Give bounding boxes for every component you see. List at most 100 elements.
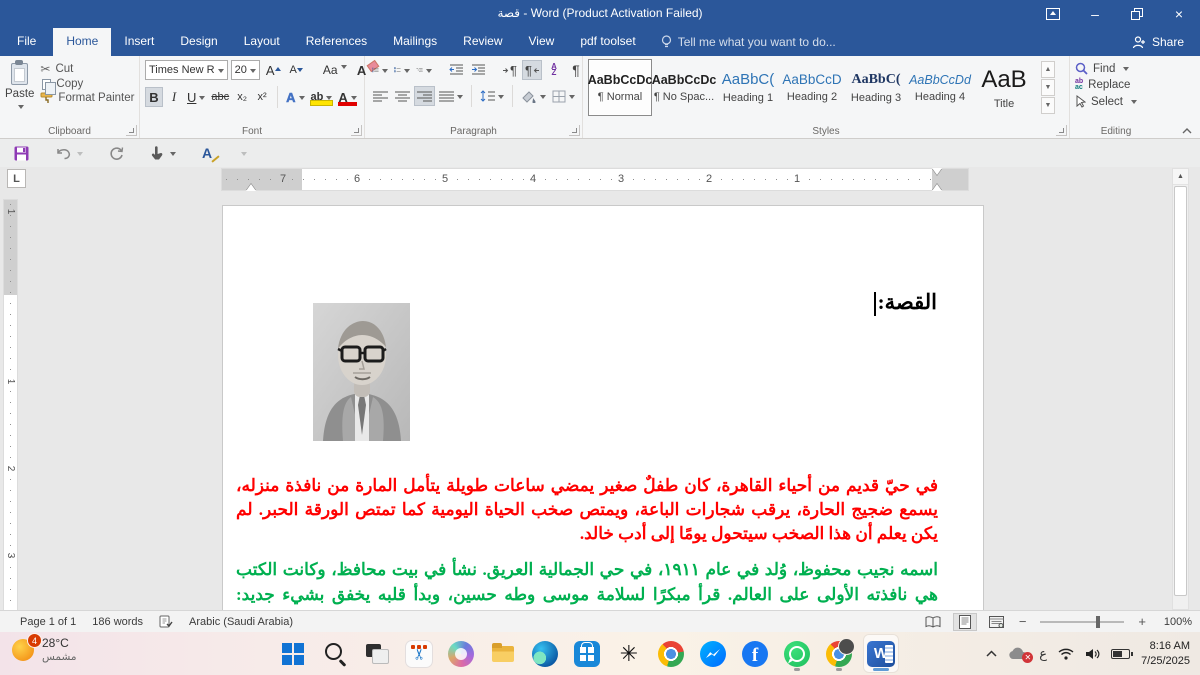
font-size-combo[interactable]: 20 [231,60,260,80]
read-mode-button[interactable] [921,613,945,631]
replace-button[interactable]: abac Replace [1075,79,1157,91]
redo-button[interactable] [109,146,124,161]
shrink-font-button[interactable]: A [287,63,306,77]
style-inspector-button[interactable]: A [202,145,212,161]
style-heading-3[interactable]: AaBbC( Heading 3 [844,59,908,116]
numbering-dropdown-arrow[interactable] [404,69,410,76]
taskbar-chrome[interactable] [654,635,688,672]
zoom-slider-thumb[interactable] [1096,616,1100,628]
undo-button[interactable] [55,146,83,160]
shading-dropdown-arrow[interactable] [540,95,546,102]
style-heading-1[interactable]: AaBbC( Heading 1 [716,59,780,116]
taskbar-messenger[interactable] [696,635,730,672]
taskbar-whatsapp[interactable] [780,635,814,672]
collapse-ribbon-button[interactable] [1182,128,1192,134]
tray-chevron-button[interactable] [986,650,997,657]
borders-dropdown-arrow[interactable] [569,95,575,102]
numbering-button[interactable] [392,60,412,80]
clock[interactable]: 8:16 AM 7/25/2025 [1141,639,1190,669]
tab-home[interactable]: Home [53,28,111,56]
zoom-slider[interactable] [1040,621,1124,623]
style-no-spacing[interactable]: AaBbCcDc ¶ No Spac... [652,59,716,116]
underline-button[interactable]: U [185,87,207,107]
sort-button[interactable]: AZ [544,60,564,80]
decrease-indent-button[interactable] [446,60,466,80]
taskbar-chrome-profile[interactable] [822,635,856,672]
tab-references[interactable]: References [293,28,380,56]
zoom-in-button[interactable]: + [1136,614,1148,629]
paste-button[interactable]: Paste [5,59,34,110]
taskbar-search-button[interactable] [318,635,352,672]
text-effects-button[interactable]: A [284,87,306,107]
taskbar-copilot[interactable] [444,635,478,672]
zoom-percentage[interactable]: 100% [1156,616,1192,628]
bullets-dropdown-arrow[interactable] [382,69,388,76]
taskbar-word[interactable] [864,635,898,672]
taskbar-microsoft-store[interactable] [570,635,604,672]
touch-mode-button[interactable] [150,146,176,161]
customize-qat-arrow[interactable] [241,152,247,159]
text-effects-dropdown-arrow[interactable] [299,96,305,103]
justify-dropdown-arrow[interactable] [457,95,463,102]
superscript-button[interactable]: x² [253,87,271,107]
tab-review[interactable]: Review [450,28,515,56]
vertical-scrollbar[interactable]: ▲ [1172,168,1189,610]
taskbar-snipping-tool[interactable] [402,635,436,672]
font-size-dropdown-arrow[interactable] [250,69,256,76]
line-spacing-button[interactable] [478,86,506,106]
rtl-direction-button[interactable]: ¶ [522,60,542,80]
align-center-button[interactable] [392,86,412,106]
tab-insert[interactable]: Insert [111,28,167,56]
highlight-dropdown-arrow[interactable] [326,96,332,103]
document-heading[interactable]: القصة: [874,290,937,316]
left-indent-marker[interactable] [246,179,256,191]
portrait-photo-naguib-mahfouz[interactable] [313,303,410,441]
battery-icon[interactable] [1111,649,1130,659]
web-layout-button[interactable] [985,613,1009,631]
hanging-indent-marker[interactable] [932,179,942,191]
cut-button[interactable]: ✂Cut [40,62,134,76]
subscript-button[interactable]: x₂ [233,87,251,107]
restore-button[interactable] [1116,0,1158,28]
scroll-up-arrow[interactable]: ▲ [1173,169,1188,185]
paragraph-red[interactable]: في حيّ قديم من أحياء القاهرة، كان طفلٌ ص… [236,474,938,546]
print-layout-button[interactable] [953,613,977,631]
shading-button[interactable] [519,86,548,106]
italic-button[interactable]: I [165,87,183,107]
tab-design[interactable]: Design [167,28,230,56]
justify-button[interactable] [437,86,465,106]
document-body-text[interactable]: في حيّ قديم من أحياء القاهرة، كان طفلٌ ص… [236,474,938,631]
taskbar-file-explorer[interactable] [486,635,520,672]
find-dropdown-arrow[interactable] [1123,67,1129,74]
change-case-button[interactable]: Aa [320,62,350,78]
share-button[interactable]: Share [1132,28,1184,56]
bullets-button[interactable] [370,60,390,80]
style-heading-2[interactable]: AaBbCcD Heading 2 [780,59,844,116]
styles-more-button[interactable]: ▼ [1041,97,1055,114]
grow-font-button[interactable]: A [263,62,284,79]
tab-pdf-toolset[interactable]: pdf toolset [567,28,648,56]
font-color-button[interactable]: A [336,87,358,107]
ltr-direction-button[interactable]: ¶ [500,60,520,80]
multilevel-list-button[interactable] [414,60,434,80]
font-color-dropdown-arrow[interactable] [351,96,357,103]
line-spacing-dropdown-arrow[interactable] [498,95,504,102]
undo-dropdown-arrow[interactable] [77,152,83,159]
strikethrough-button[interactable]: abc [209,87,231,107]
increase-indent-button[interactable] [468,60,488,80]
style-heading-4[interactable]: AaBbCcDd Heading 4 [908,59,972,116]
page-indicator[interactable]: Page 1 of 1 [20,616,76,628]
styles-dialog-launcher[interactable] [1056,125,1067,136]
document-page[interactable]: القصة: في حيّ قديم من أحياء القاهرة، [222,205,984,675]
vertical-ruler[interactable]: 1123 [4,200,17,610]
taskbar-edge[interactable] [528,635,562,672]
taskbar-task-view-button[interactable] [360,635,394,672]
change-case-dropdown-arrow[interactable] [341,65,347,72]
taskbar-chatgpt[interactable] [612,635,646,672]
tab-file[interactable]: File [0,28,53,56]
tab-view[interactable]: View [516,28,568,56]
select-dropdown-arrow[interactable] [1131,100,1137,107]
language-indicator[interactable]: Arabic (Saudi Arabia) [189,616,293,628]
wifi-icon[interactable] [1058,648,1074,660]
borders-button[interactable] [550,86,577,106]
